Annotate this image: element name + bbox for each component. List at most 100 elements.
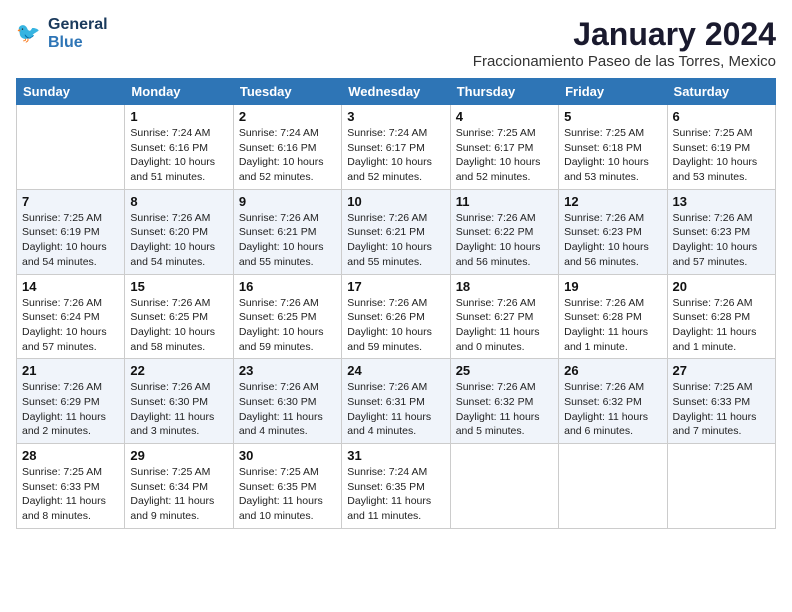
calendar-cell: 29 Sunrise: 7:25 AM Sunset: 6:34 PM Dayli… bbox=[125, 444, 233, 529]
calendar-cell: 21 Sunrise: 7:26 AM Sunset: 6:29 PM Dayli… bbox=[17, 359, 125, 444]
calendar-cell: 7 Sunrise: 7:25 AM Sunset: 6:19 PM Daylig… bbox=[17, 189, 125, 274]
day-info: Sunrise: 7:25 AM Sunset: 6:19 PM Dayligh… bbox=[673, 126, 770, 185]
day-number: 9 bbox=[239, 194, 336, 209]
day-info: Sunrise: 7:26 AM Sunset: 6:23 PM Dayligh… bbox=[673, 211, 770, 270]
calendar-cell: 8 Sunrise: 7:26 AM Sunset: 6:20 PM Daylig… bbox=[125, 189, 233, 274]
day-info: Sunrise: 7:26 AM Sunset: 6:24 PM Dayligh… bbox=[22, 296, 119, 355]
day-number: 10 bbox=[347, 194, 444, 209]
day-number: 31 bbox=[347, 448, 444, 463]
calendar-week-row: 14Sunrise: 7:26 AM Sunset: 6:24 PM Dayli… bbox=[17, 274, 776, 359]
calendar-week-row: 1Sunrise: 7:24 AM Sunset: 6:16 PM Daylig… bbox=[17, 105, 776, 190]
day-info: Sunrise: 7:26 AM Sunset: 6:30 PM Dayligh… bbox=[239, 380, 336, 439]
title-area: January 2024 Fraccionamiento Paseo de la… bbox=[473, 16, 776, 70]
calendar-cell: 11 Sunrise: 7:26 AM Sunset: 6:22 PM Dayli… bbox=[450, 189, 558, 274]
calendar-cell: 12Sunrise: 7:26 AM Sunset: 6:23 PM Dayli… bbox=[559, 189, 667, 274]
calendar-cell bbox=[559, 444, 667, 529]
day-number: 15 bbox=[130, 279, 227, 294]
weekday-header-wednesday: Wednesday bbox=[342, 79, 450, 105]
calendar-cell: 1Sunrise: 7:24 AM Sunset: 6:16 PM Daylig… bbox=[125, 105, 233, 190]
calendar-table: SundayMondayTuesdayWednesdayThursdayFrid… bbox=[16, 78, 776, 529]
calendar-cell: 17 Sunrise: 7:26 AM Sunset: 6:26 PM Dayli… bbox=[342, 274, 450, 359]
month-year-title: January 2024 bbox=[473, 16, 776, 53]
day-info: Sunrise: 7:24 AM Sunset: 6:16 PM Dayligh… bbox=[239, 126, 336, 185]
day-info: Sunrise: 7:26 AM Sunset: 6:22 PM Dayligh… bbox=[456, 211, 553, 270]
day-number: 11 bbox=[456, 194, 553, 209]
calendar-cell: 19 Sunrise: 7:26 AM Sunset: 6:28 PM Dayli… bbox=[559, 274, 667, 359]
day-info: Sunrise: 7:24 AM Sunset: 6:35 PM Dayligh… bbox=[347, 465, 444, 524]
weekday-header-tuesday: Tuesday bbox=[233, 79, 341, 105]
day-info: Sunrise: 7:25 AM Sunset: 6:33 PM Dayligh… bbox=[22, 465, 119, 524]
calendar-week-row: 21 Sunrise: 7:26 AM Sunset: 6:29 PM Dayli… bbox=[17, 359, 776, 444]
day-number: 2 bbox=[239, 109, 336, 124]
day-info: Sunrise: 7:26 AM Sunset: 6:25 PM Dayligh… bbox=[239, 296, 336, 355]
svg-text:🐦: 🐦 bbox=[16, 22, 40, 44]
calendar-cell: 28 Sunrise: 7:25 AM Sunset: 6:33 PM Dayli… bbox=[17, 444, 125, 529]
day-info: Sunrise: 7:26 AM Sunset: 6:20 PM Dayligh… bbox=[130, 211, 227, 270]
calendar-cell: 18Sunrise: 7:26 AM Sunset: 6:27 PM Dayli… bbox=[450, 274, 558, 359]
calendar-cell: 31 Sunrise: 7:24 AM Sunset: 6:35 PM Dayli… bbox=[342, 444, 450, 529]
day-info: Sunrise: 7:24 AM Sunset: 6:17 PM Dayligh… bbox=[347, 126, 444, 185]
calendar-cell: 10 Sunrise: 7:26 AM Sunset: 6:21 PM Dayli… bbox=[342, 189, 450, 274]
day-number: 3 bbox=[347, 109, 444, 124]
day-number: 7 bbox=[22, 194, 119, 209]
logo: 🐦 General Blue bbox=[16, 16, 108, 51]
logo-text: General Blue bbox=[48, 16, 108, 51]
day-number: 27 bbox=[673, 363, 770, 378]
day-number: 16 bbox=[239, 279, 336, 294]
day-number: 12 bbox=[564, 194, 661, 209]
day-info: Sunrise: 7:26 AM Sunset: 6:29 PM Dayligh… bbox=[22, 380, 119, 439]
day-number: 17 bbox=[347, 279, 444, 294]
day-info: Sunrise: 7:25 AM Sunset: 6:19 PM Dayligh… bbox=[22, 211, 119, 270]
day-number: 29 bbox=[130, 448, 227, 463]
calendar-cell: 3 Sunrise: 7:24 AM Sunset: 6:17 PM Daylig… bbox=[342, 105, 450, 190]
day-number: 8 bbox=[130, 194, 227, 209]
calendar-cell: 5 Sunrise: 7:25 AM Sunset: 6:18 PM Daylig… bbox=[559, 105, 667, 190]
day-info: Sunrise: 7:26 AM Sunset: 6:30 PM Dayligh… bbox=[130, 380, 227, 439]
day-info: Sunrise: 7:26 AM Sunset: 6:28 PM Dayligh… bbox=[673, 296, 770, 355]
day-number: 28 bbox=[22, 448, 119, 463]
day-info: Sunrise: 7:24 AM Sunset: 6:16 PM Dayligh… bbox=[130, 126, 227, 185]
calendar-cell: 2 Sunrise: 7:24 AM Sunset: 6:16 PM Daylig… bbox=[233, 105, 341, 190]
day-info: Sunrise: 7:25 AM Sunset: 6:17 PM Dayligh… bbox=[456, 126, 553, 185]
calendar-cell: 30Sunrise: 7:25 AM Sunset: 6:35 PM Dayli… bbox=[233, 444, 341, 529]
calendar-cell: 27 Sunrise: 7:25 AM Sunset: 6:33 PM Dayli… bbox=[667, 359, 775, 444]
weekday-header-sunday: Sunday bbox=[17, 79, 125, 105]
day-number: 4 bbox=[456, 109, 553, 124]
day-info: Sunrise: 7:26 AM Sunset: 6:31 PM Dayligh… bbox=[347, 380, 444, 439]
day-number: 19 bbox=[564, 279, 661, 294]
day-number: 21 bbox=[22, 363, 119, 378]
day-number: 5 bbox=[564, 109, 661, 124]
calendar-cell: 6 Sunrise: 7:25 AM Sunset: 6:19 PM Daylig… bbox=[667, 105, 775, 190]
day-info: Sunrise: 7:26 AM Sunset: 6:27 PM Dayligh… bbox=[456, 296, 553, 355]
weekday-header-thursday: Thursday bbox=[450, 79, 558, 105]
calendar-week-row: 7 Sunrise: 7:25 AM Sunset: 6:19 PM Daylig… bbox=[17, 189, 776, 274]
day-info: Sunrise: 7:26 AM Sunset: 6:21 PM Dayligh… bbox=[347, 211, 444, 270]
day-number: 20 bbox=[673, 279, 770, 294]
day-number: 24 bbox=[347, 363, 444, 378]
day-info: Sunrise: 7:25 AM Sunset: 6:33 PM Dayligh… bbox=[673, 380, 770, 439]
day-number: 22 bbox=[130, 363, 227, 378]
day-info: Sunrise: 7:26 AM Sunset: 6:28 PM Dayligh… bbox=[564, 296, 661, 355]
weekday-header-saturday: Saturday bbox=[667, 79, 775, 105]
day-number: 13 bbox=[673, 194, 770, 209]
day-number: 23 bbox=[239, 363, 336, 378]
calendar-cell: 25Sunrise: 7:26 AM Sunset: 6:32 PM Dayli… bbox=[450, 359, 558, 444]
weekday-header-row: SundayMondayTuesdayWednesdayThursdayFrid… bbox=[17, 79, 776, 105]
calendar-cell: 15 Sunrise: 7:26 AM Sunset: 6:25 PM Dayli… bbox=[125, 274, 233, 359]
calendar-week-row: 28 Sunrise: 7:25 AM Sunset: 6:33 PM Dayli… bbox=[17, 444, 776, 529]
day-number: 30 bbox=[239, 448, 336, 463]
day-info: Sunrise: 7:26 AM Sunset: 6:21 PM Dayligh… bbox=[239, 211, 336, 270]
calendar-cell: 16 Sunrise: 7:26 AM Sunset: 6:25 PM Dayli… bbox=[233, 274, 341, 359]
day-info: Sunrise: 7:25 AM Sunset: 6:18 PM Dayligh… bbox=[564, 126, 661, 185]
day-number: 6 bbox=[673, 109, 770, 124]
location-subtitle: Fraccionamiento Paseo de las Torres, Mex… bbox=[473, 53, 776, 70]
calendar-cell: 9 Sunrise: 7:26 AM Sunset: 6:21 PM Daylig… bbox=[233, 189, 341, 274]
day-info: Sunrise: 7:26 AM Sunset: 6:25 PM Dayligh… bbox=[130, 296, 227, 355]
day-number: 26 bbox=[564, 363, 661, 378]
day-info: Sunrise: 7:25 AM Sunset: 6:34 PM Dayligh… bbox=[130, 465, 227, 524]
day-info: Sunrise: 7:26 AM Sunset: 6:26 PM Dayligh… bbox=[347, 296, 444, 355]
calendar-cell bbox=[667, 444, 775, 529]
calendar-cell bbox=[450, 444, 558, 529]
calendar-cell bbox=[17, 105, 125, 190]
calendar-cell: 24 Sunrise: 7:26 AM Sunset: 6:31 PM Dayli… bbox=[342, 359, 450, 444]
